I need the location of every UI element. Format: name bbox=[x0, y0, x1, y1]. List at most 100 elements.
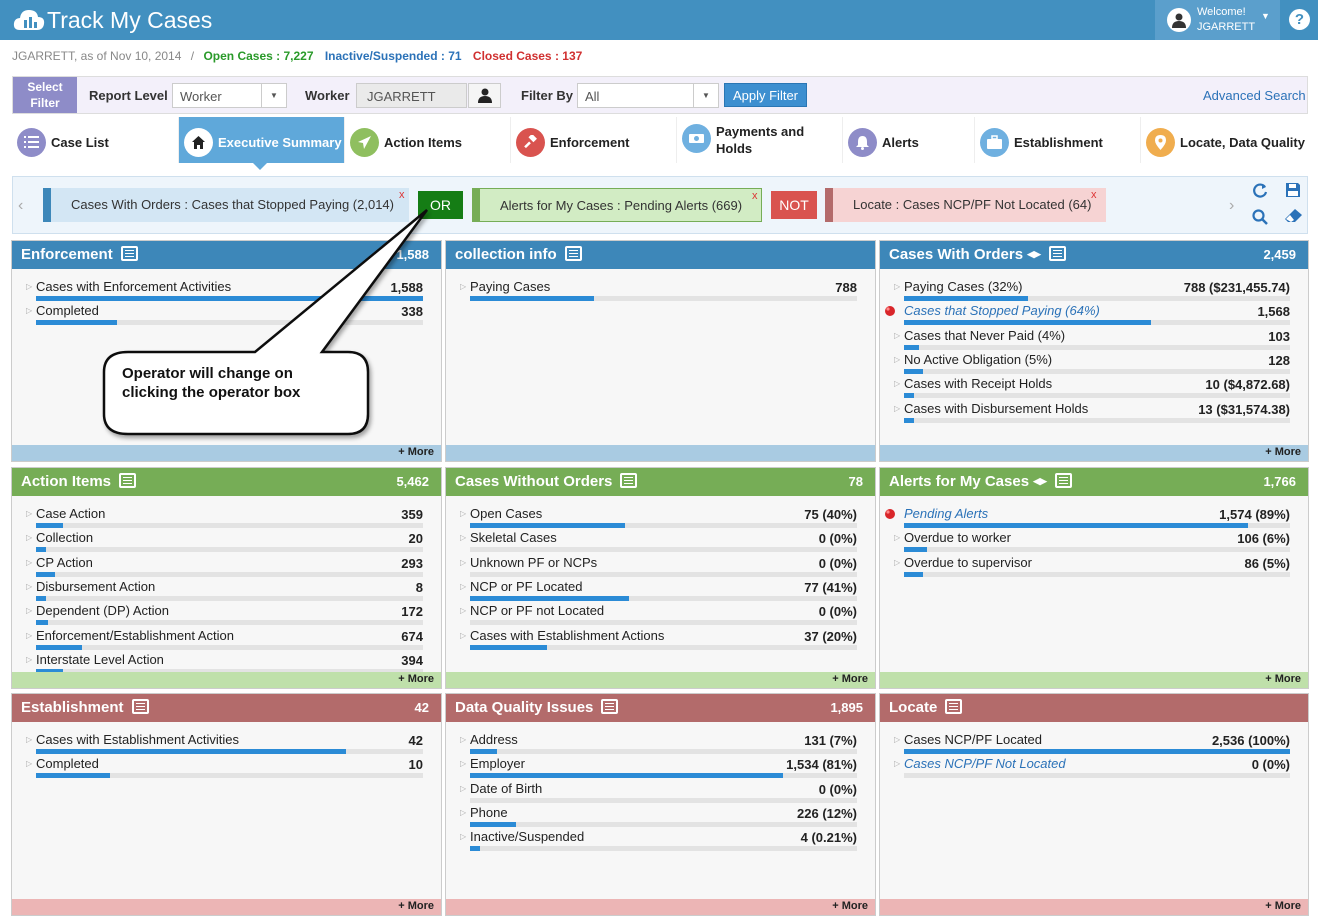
worker-lookup-button[interactable] bbox=[468, 83, 501, 108]
expand-arrow-icon[interactable]: ▷ bbox=[26, 582, 32, 591]
chip-close-icon[interactable]: x bbox=[752, 179, 758, 213]
expand-arrow-icon[interactable]: ▷ bbox=[460, 282, 466, 291]
panel-row[interactable]: ▷ Cases with Enforcement Activities 1,588 bbox=[26, 279, 423, 303]
chevron-left-icon[interactable]: ‹ bbox=[18, 197, 23, 215]
panel-row[interactable]: ▷ Cases with Establishment Actions 37 (20%… bbox=[460, 628, 857, 652]
row-label[interactable]: Cases that Stopped Paying (64%) bbox=[904, 303, 1100, 318]
report-icon[interactable] bbox=[945, 699, 963, 714]
user-menu[interactable]: Welcome! JGARRETT ▼ bbox=[1155, 0, 1280, 40]
panel-row[interactable]: ▷ Inactive/Suspended 4 (0.21%) bbox=[460, 829, 857, 853]
panel-row[interactable]: ▷ Cases NCP/PF Not Located 0 (0%) bbox=[894, 756, 1290, 780]
report-level-select[interactable]: Worker ▼ bbox=[172, 83, 287, 108]
panel-row[interactable]: ▷ Paying Cases (32%) 788 ($231,455.74) bbox=[894, 279, 1290, 303]
report-icon[interactable] bbox=[131, 699, 149, 714]
inactive-cases[interactable]: Inactive/Suspended : 71 bbox=[325, 49, 462, 63]
expand-arrow-icon[interactable]: ▷ bbox=[460, 558, 466, 567]
panel-row[interactable]: ▷ No Active Obligation (5%) 128 bbox=[894, 352, 1290, 376]
panel-row[interactable]: ▷ Collection 20 bbox=[26, 530, 423, 554]
panel-row[interactable]: ▷ Cases with Receipt Holds 10 ($4,872.68) bbox=[894, 376, 1290, 400]
help-icon[interactable]: ? bbox=[1289, 9, 1310, 30]
expand-arrow-icon[interactable]: ▷ bbox=[894, 404, 900, 413]
expand-arrow-icon[interactable]: ▷ bbox=[460, 582, 466, 591]
panel-row[interactable]: ▷ Date of Birth 0 (0%) bbox=[460, 781, 857, 805]
tab-alerts[interactable]: Alerts bbox=[843, 117, 975, 163]
report-icon[interactable] bbox=[1054, 473, 1072, 488]
panel-row[interactable]: ▷ Phone 226 (12%) bbox=[460, 805, 857, 829]
expand-arrow-icon[interactable]: ▷ bbox=[460, 606, 466, 615]
panel-row[interactable]: ▷ Open Cases 75 (40%) bbox=[460, 506, 857, 530]
row-label[interactable]: Cases NCP/PF Not Located bbox=[904, 756, 1066, 771]
report-icon[interactable] bbox=[564, 246, 582, 261]
panel-row[interactable]: ▷ Completed 338 bbox=[26, 303, 423, 327]
panel-row[interactable]: ▷ Overdue to worker 106 (6%) bbox=[894, 530, 1290, 554]
report-icon[interactable] bbox=[120, 246, 138, 261]
panel-row[interactable]: ▷ Enforcement/Establishment Action 674 bbox=[26, 628, 423, 652]
report-icon[interactable] bbox=[601, 699, 619, 714]
expand-arrow-icon[interactable]: ▷ bbox=[460, 784, 466, 793]
expand-arrow-icon[interactable]: ▷ bbox=[460, 832, 466, 841]
expand-arrow-icon[interactable]: ▷ bbox=[26, 533, 32, 542]
left-right-arrows-icon[interactable]: ◀▶ bbox=[1033, 476, 1047, 486]
expand-arrow-icon[interactable]: ▷ bbox=[460, 808, 466, 817]
tab-payments-holds[interactable]: Payments and Holds bbox=[677, 117, 843, 163]
panel-row[interactable]: ▷ CP Action 293 bbox=[26, 555, 423, 579]
panel-row[interactable]: ▷ Paying Cases 788 bbox=[460, 279, 857, 303]
expand-arrow-icon[interactable]: ▷ bbox=[894, 282, 900, 291]
tab-locate-data-quality[interactable]: Locate, Data Quality bbox=[1141, 117, 1308, 163]
expand-arrow-icon[interactable]: ▷ bbox=[894, 331, 900, 340]
operator-not-button[interactable]: NOT bbox=[771, 191, 817, 219]
expand-arrow-icon[interactable]: ▷ bbox=[460, 759, 466, 768]
expand-arrow-icon[interactable]: ▷ bbox=[26, 282, 32, 291]
panel-row[interactable]: Pending Alerts 1,574 (89%) bbox=[885, 506, 1290, 530]
criteria-chip-locate[interactable]: Locate : Cases NCP/PF Not Located (64) x bbox=[825, 188, 1106, 222]
panel-row[interactable]: ▷ Employer 1,534 (81%) bbox=[460, 756, 857, 780]
panel-row[interactable]: ▷ Cases NCP/PF Located 2,536 (100%) bbox=[894, 732, 1290, 756]
advanced-search-link[interactable]: Advanced Search bbox=[1203, 88, 1306, 103]
report-icon[interactable] bbox=[620, 473, 638, 488]
panel-row[interactable]: ▷ NCP or PF not Located 0 (0%) bbox=[460, 603, 857, 627]
worker-field[interactable]: JGARRETT bbox=[356, 83, 467, 108]
expand-arrow-icon[interactable]: ▷ bbox=[26, 558, 32, 567]
tab-action-items[interactable]: Action Items bbox=[345, 117, 511, 163]
tab-executive-summary[interactable]: Executive Summary bbox=[179, 117, 345, 163]
panel-row[interactable]: ▷ Case Action 359 bbox=[26, 506, 423, 530]
panel-row[interactable]: ▷ Disbursement Action 8 bbox=[26, 579, 423, 603]
panel-row[interactable]: ▷ NCP or PF Located 77 (41%) bbox=[460, 579, 857, 603]
panel-row[interactable]: ▷ Cases with Disbursement Holds 13 ($31,57… bbox=[894, 401, 1290, 425]
expand-arrow-icon[interactable]: ▷ bbox=[460, 509, 466, 518]
search-icon[interactable] bbox=[1248, 209, 1272, 231]
tab-establishment[interactable]: Establishment bbox=[975, 117, 1141, 163]
chip-close-icon[interactable]: x bbox=[1091, 178, 1097, 212]
expand-arrow-icon[interactable]: ▷ bbox=[460, 735, 466, 744]
expand-arrow-icon[interactable]: ▷ bbox=[894, 533, 900, 542]
panel-row[interactable]: ▷ Unknown PF or NCPs 0 (0%) bbox=[460, 555, 857, 579]
expand-arrow-icon[interactable]: ▷ bbox=[460, 533, 466, 542]
expand-arrow-icon[interactable]: ▷ bbox=[894, 379, 900, 388]
panel-row[interactable]: ▷ Dependent (DP) Action 172 bbox=[26, 603, 423, 627]
report-icon[interactable] bbox=[1048, 246, 1066, 261]
select-filter-button[interactable]: Select Filter bbox=[13, 77, 77, 113]
report-icon[interactable] bbox=[119, 473, 137, 488]
more-link[interactable]: + More bbox=[1265, 900, 1301, 912]
panel-row[interactable]: ▷ Completed 10 bbox=[26, 756, 423, 780]
more-link[interactable]: + More bbox=[832, 900, 868, 912]
expand-arrow-icon[interactable]: ▷ bbox=[26, 759, 32, 768]
panel-row[interactable]: ▷ Cases with Establishment Activities 42 bbox=[26, 732, 423, 756]
panel-row[interactable]: ▷ Skeletal Cases 0 (0%) bbox=[460, 530, 857, 554]
eraser-icon[interactable] bbox=[1281, 209, 1305, 231]
operator-or-button[interactable]: OR bbox=[418, 191, 463, 219]
expand-arrow-icon[interactable]: ▷ bbox=[26, 735, 32, 744]
more-link[interactable]: + More bbox=[398, 673, 434, 685]
more-link[interactable]: + More bbox=[832, 673, 868, 685]
chip-close-icon[interactable]: x bbox=[399, 178, 405, 212]
expand-arrow-icon[interactable]: ▷ bbox=[894, 759, 900, 768]
tab-enforcement[interactable]: Enforcement bbox=[511, 117, 677, 163]
criteria-chip-alerts[interactable]: Alerts for My Cases : Pending Alerts (66… bbox=[472, 188, 762, 222]
more-link[interactable]: + More bbox=[398, 446, 434, 458]
expand-arrow-icon[interactable]: ▷ bbox=[26, 509, 32, 518]
expand-arrow-icon[interactable]: ▷ bbox=[460, 631, 466, 640]
expand-arrow-icon[interactable]: ▷ bbox=[894, 735, 900, 744]
row-label[interactable]: Pending Alerts bbox=[904, 506, 988, 521]
expand-arrow-icon[interactable]: ▷ bbox=[26, 606, 32, 615]
expand-arrow-icon[interactable]: ▷ bbox=[26, 631, 32, 640]
